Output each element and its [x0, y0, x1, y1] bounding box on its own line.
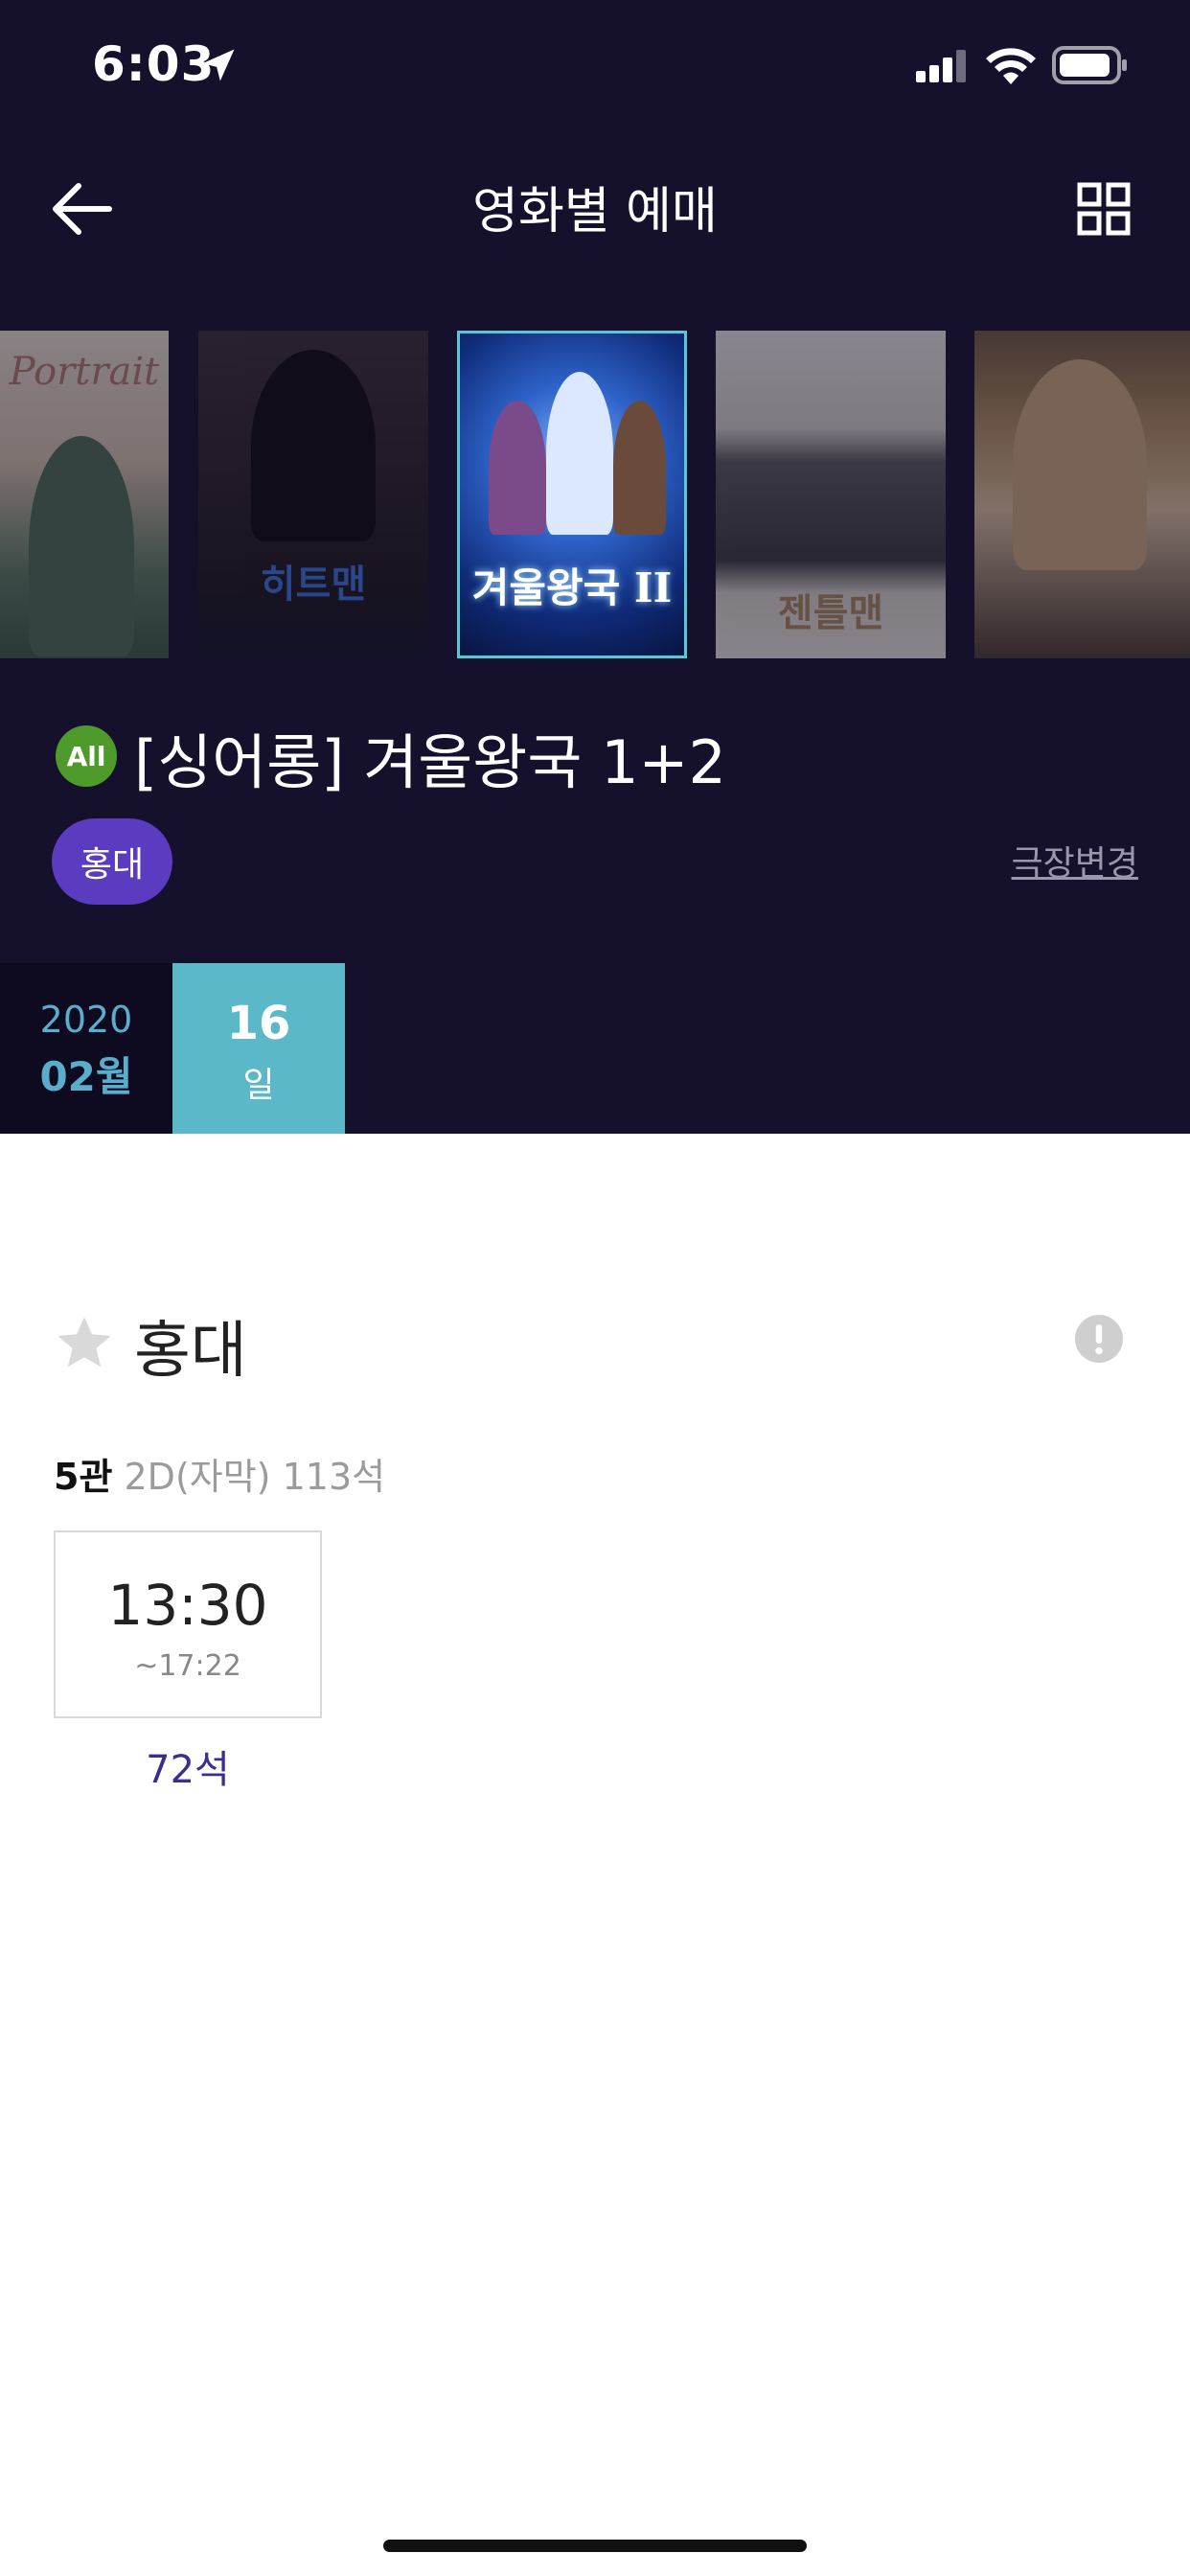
showtime-end: ~17:22: [134, 1649, 241, 1683]
location-arrow-icon: [202, 49, 235, 81]
screen-info: 5관 2D(자막) 113석: [54, 1447, 385, 1500]
poster-figure: [489, 401, 546, 535]
poster-caption: 히트맨: [260, 562, 367, 607]
favorite-star-icon[interactable]: [56, 1315, 113, 1370]
year-label: 2020: [39, 999, 133, 1041]
poster-caption: 겨울왕국 II: [471, 564, 673, 611]
day-unit-label: 일: [242, 1066, 275, 1105]
poster-figure: [29, 436, 134, 656]
movie-poster-selected[interactable]: 겨울왕국 II: [457, 331, 687, 658]
day-number: 16: [226, 997, 291, 1050]
poster-figure: [613, 401, 666, 535]
movie-title: [싱어롱] 겨울왕국 1+2: [134, 727, 726, 797]
month-label: 02월: [39, 1053, 133, 1100]
page-title: 영화별 예매: [472, 183, 718, 241]
cellular-signal-icon: [916, 50, 966, 82]
movie-poster[interactable]: 젠틀맨: [716, 331, 946, 658]
home-indicator: [383, 2540, 807, 2552]
poster-caption: Portrait: [9, 350, 160, 394]
battery-icon: [1052, 46, 1127, 84]
showtime-button[interactable]: 13:30 ~17:22: [54, 1530, 322, 1718]
poster-caption: 젠틀맨: [777, 590, 884, 635]
grid-view-icon[interactable]: [1077, 182, 1131, 236]
screen-detail: 2D(자막) 113석: [124, 1456, 386, 1498]
poster-figure: [546, 372, 613, 535]
screen-number: 5관: [54, 1456, 113, 1498]
poster-figure: [1013, 359, 1147, 570]
available-seats: 72석: [146, 1748, 230, 1792]
movie-poster[interactable]: [974, 331, 1190, 658]
poster-figure: [251, 350, 376, 541]
movie-poster[interactable]: Portrait: [0, 331, 169, 658]
info-icon[interactable]: [1075, 1315, 1123, 1363]
change-theater-link[interactable]: 극장변경: [1012, 836, 1138, 886]
age-rating-badge: All: [56, 725, 117, 787]
movie-poster[interactable]: 히트맨: [198, 331, 428, 658]
showtime-start: 13:30: [107, 1573, 268, 1638]
theater-name: 홍대: [134, 1316, 247, 1387]
selected-theater-chip[interactable]: 홍대: [52, 818, 172, 905]
wifi-icon: [986, 48, 1036, 84]
